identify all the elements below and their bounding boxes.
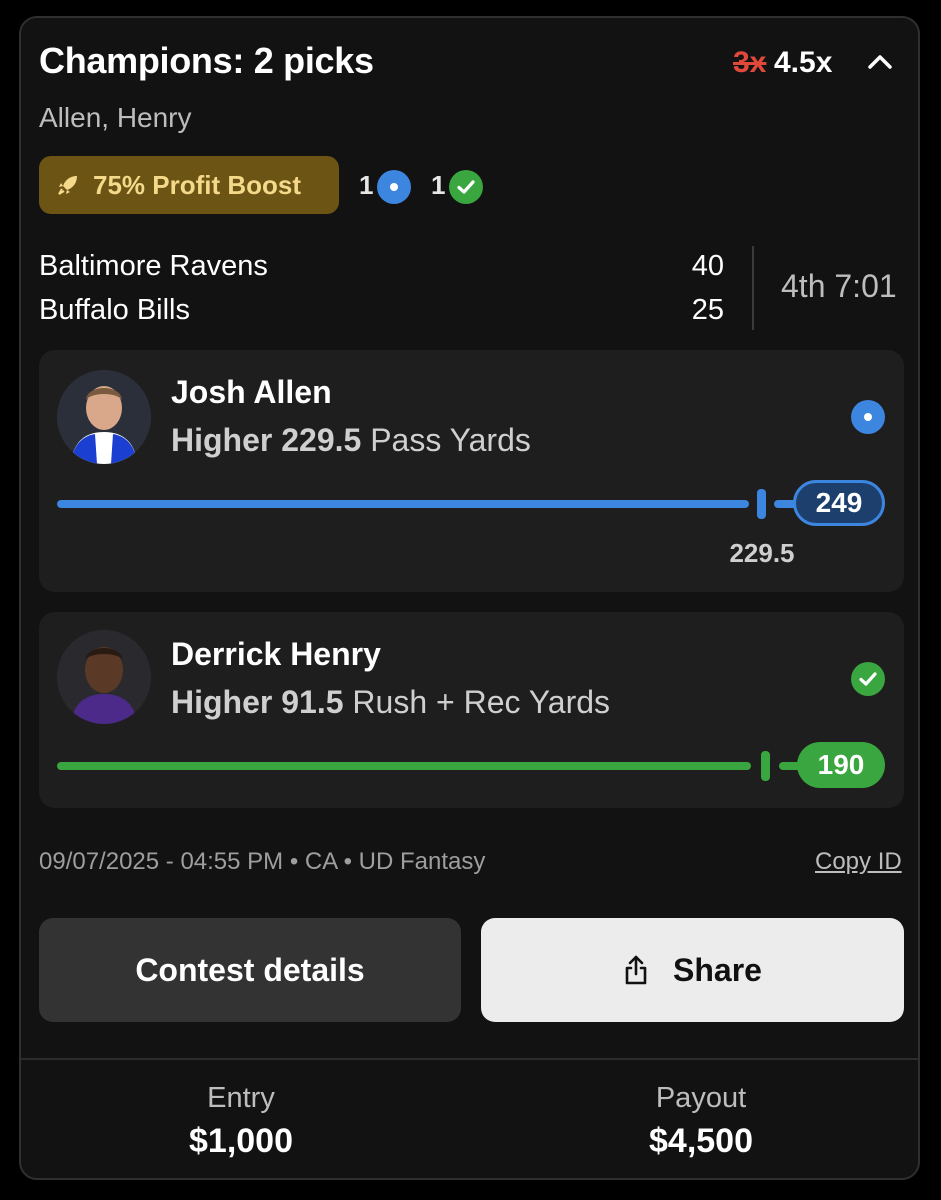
- share-label: Share: [673, 951, 762, 988]
- won-count: 1: [431, 170, 446, 200]
- game-clock: 4th 7:01: [781, 268, 897, 304]
- score-divider: [752, 246, 754, 330]
- avatar: [57, 370, 151, 464]
- pick-stat: Pass Yards: [370, 422, 531, 458]
- check-circle-icon: [449, 170, 483, 204]
- chevron-up-icon[interactable]: [867, 52, 893, 70]
- entry-card: Champions: 2 picks 3x 4.5x Allen, Henry …: [19, 16, 920, 1180]
- pick-line: Higher 229.5 Pass Yards: [171, 422, 531, 459]
- line-marker: [761, 751, 770, 781]
- pick-card-derrick-henry[interactable]: Derrick Henry Higher 91.5 Rush + Rec Yar…: [39, 612, 904, 808]
- live-count: 1: [359, 170, 374, 200]
- live-status-icon: [377, 170, 411, 204]
- contest-details-button[interactable]: Contest details: [39, 918, 461, 1022]
- profit-boost-badge: 75% Profit Boost: [39, 156, 339, 214]
- line-marker: [757, 489, 766, 519]
- pick-stat: Rush + Rec Yards: [352, 684, 611, 720]
- team-1-name: Baltimore Ravens: [39, 250, 268, 282]
- footer-divider: [21, 1058, 918, 1060]
- player-name: Josh Allen: [171, 374, 332, 410]
- team-2-score: 25: [691, 294, 724, 326]
- line-label: 229.5: [729, 538, 795, 568]
- boosted-multiplier: 4.5x: [774, 46, 833, 79]
- avatar: [57, 630, 151, 724]
- pick-card-josh-allen[interactable]: Josh Allen Higher 229.5 Pass Yards 249 2…: [39, 350, 904, 592]
- payout-label: Payout: [655, 1082, 747, 1114]
- entry-title: Champions: 2 picks: [39, 40, 374, 81]
- check-circle-icon: [851, 662, 885, 696]
- entry-label: Entry: [207, 1082, 275, 1114]
- player-name: Derrick Henry: [171, 636, 381, 672]
- team-1-score: 40: [691, 250, 724, 282]
- rocket-icon: [58, 176, 77, 195]
- pick-direction: Higher: [171, 422, 273, 458]
- pick-line-value: 229.5: [281, 422, 362, 458]
- contest-details-label: Contest details: [135, 951, 365, 988]
- original-multiplier: 3x: [733, 46, 767, 79]
- boost-label: 75% Profit Boost: [93, 169, 302, 200]
- pick-line-value: 91.5: [281, 684, 344, 720]
- progress-bar: [57, 762, 751, 770]
- pick-line: Higher 91.5 Rush + Rec Yards: [171, 684, 610, 721]
- current-value-badge: 190: [797, 742, 885, 788]
- share-button[interactable]: Share: [481, 918, 904, 1022]
- share-icon: [625, 955, 647, 985]
- picked-players: Allen, Henry: [39, 102, 192, 133]
- team-2-name: Buffalo Bills: [39, 294, 190, 326]
- pick-direction: Higher: [171, 684, 273, 720]
- progress-bar: [57, 500, 749, 508]
- copy-id-link[interactable]: Copy ID: [815, 848, 902, 876]
- entry-value: $1,000: [189, 1122, 293, 1160]
- live-status-icon: [851, 400, 885, 434]
- current-value-badge: 249: [793, 480, 885, 526]
- entry-meta: 09/07/2025 - 04:55 PM • CA • UD Fantasy: [39, 848, 486, 875]
- payout-value: $4,500: [649, 1122, 753, 1160]
